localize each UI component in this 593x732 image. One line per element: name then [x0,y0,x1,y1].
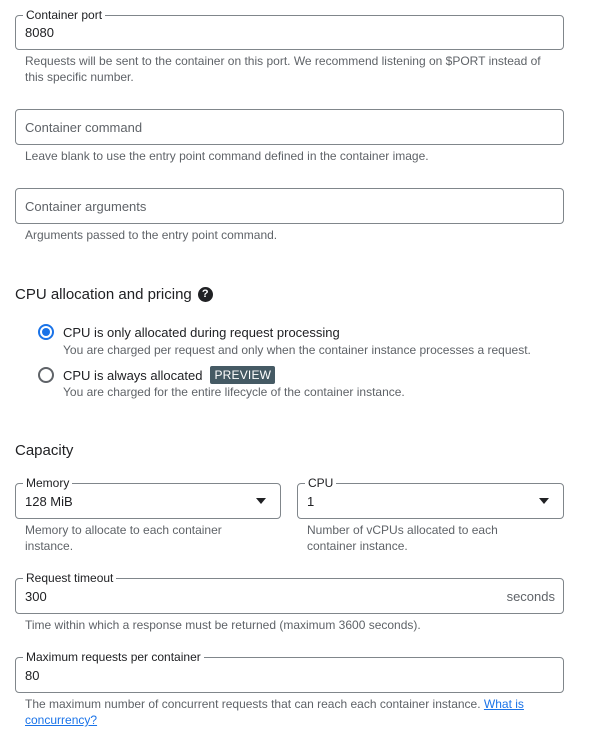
container-arguments-input[interactable]: Container arguments [15,188,564,224]
container-arguments-hint: Arguments passed to the entry point comm… [25,228,278,242]
memory-select[interactable]: Memory 128 MiB [15,476,281,519]
container-port-value[interactable]: 8080 [25,16,54,49]
cpu-option-always[interactable]: CPU is always allocated PREVIEW [38,366,276,384]
cpu-option-always-label: CPU is always allocated [63,367,203,383]
request-timeout-field[interactable]: Request timeout 300 seconds [15,571,564,614]
container-arguments-placeholder: Container arguments [25,198,147,214]
chevron-down-icon[interactable] [256,498,266,504]
max-requests-field[interactable]: Maximum requests per container 80 [15,650,564,693]
preview-badge: PREVIEW [210,366,276,384]
max-requests-value[interactable]: 80 [25,658,39,692]
request-timeout-suffix: seconds [506,588,555,604]
cpu-allocation-title: CPU allocation and pricing ? [15,286,213,303]
container-command-input[interactable]: Container command [15,109,564,145]
max-requests-hint-text: The maximum number of concurrent request… [25,697,481,711]
request-timeout-value[interactable]: 300 [25,579,47,613]
radio-checked-icon[interactable] [38,324,54,340]
cpu-hint: Number of vCPUs allocated to each contai… [307,523,498,553]
max-requests-hint: The maximum number of concurrent request… [25,696,545,728]
container-command-hint: Leave blank to use the entry point comma… [25,149,429,163]
capacity-title-text: Capacity [15,442,74,459]
memory-value: 128 MiB [25,493,73,509]
container-command-placeholder: Container command [25,119,143,135]
container-port-hint: Requests will be sent to the container o… [25,54,541,84]
chevron-down-icon[interactable] [539,498,549,504]
request-timeout-hint: Time within which a response must be ret… [25,618,421,632]
cpu-value: 1 [307,493,315,509]
cpu-option-request-only[interactable]: CPU is only allocated during request pro… [38,324,340,340]
capacity-title: Capacity [15,442,73,459]
cpu-option-always-description: You are charged for the entire lifecycle… [63,385,405,399]
help-icon[interactable]: ? [197,287,213,302]
cpu-option-request-only-label: CPU is only allocated during request pro… [63,324,340,340]
cpu-option-request-only-description: You are charged per request and only whe… [63,343,531,357]
max-requests-label: Maximum requests per container [23,650,204,664]
cpu-select[interactable]: CPU 1 [297,476,564,519]
memory-hint: Memory to allocate to each container ins… [25,523,222,553]
container-port-field[interactable]: Container port 8080 [15,8,564,50]
cpu-allocation-title-text: CPU allocation and pricing [15,286,192,303]
radio-unchecked-icon[interactable] [38,367,54,383]
